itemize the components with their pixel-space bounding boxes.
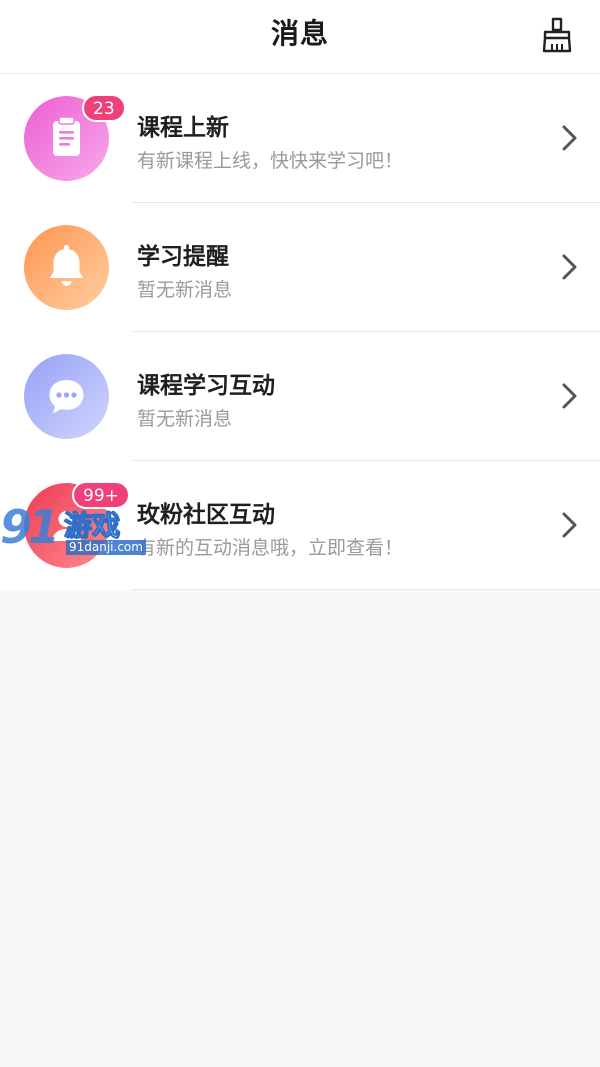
- chevron-right-icon: [562, 254, 577, 280]
- message-item-community-interaction[interactable]: 99+ 玫粉社区互动 有新的互动消息哦，立即查看！: [0, 461, 600, 590]
- page-title: 消息: [270, 17, 329, 50]
- chevron-right-icon: [562, 383, 577, 409]
- course-new-avatar: 23: [24, 94, 126, 181]
- bell-icon: [49, 244, 84, 286]
- message-item-subtitle: 有新课程上线，快快来学习吧！: [137, 150, 404, 172]
- clear-messages-button[interactable]: [540, 16, 574, 54]
- chat-bubble-icon: [49, 380, 84, 414]
- message-item-title: 课程上新: [137, 115, 229, 141]
- divider: [132, 589, 600, 590]
- message-item-course-new[interactable]: 23 课程上新 有新课程上线，快快来学习吧！: [0, 74, 600, 203]
- message-item-title: 玫粉社区互动: [137, 502, 275, 528]
- message-item-subtitle: 暂无新消息: [137, 408, 233, 430]
- course-interaction-avatar: [24, 354, 109, 439]
- community-interaction-avatar: 99+: [24, 481, 130, 568]
- broom-icon: [542, 17, 572, 53]
- message-item-course-interaction[interactable]: 课程学习互动 暂无新消息: [0, 332, 600, 461]
- message-item-title: 学习提醒: [137, 244, 229, 270]
- message-list: 23 课程上新 有新课程上线，快快来学习吧！ 学习提醒 暂无新消息 课程学习互动…: [0, 74, 600, 590]
- message-item-subtitle: 有新的互动消息哦，立即查看！: [137, 537, 404, 559]
- message-item-study-reminder[interactable]: 学习提醒 暂无新消息: [0, 203, 600, 332]
- study-reminder-avatar: [24, 225, 109, 310]
- message-item-title: 课程学习互动: [137, 373, 275, 399]
- chevron-right-icon: [562, 512, 577, 538]
- unread-count-badge: 99+: [72, 481, 130, 509]
- top-nav-bar: 消息: [0, 0, 600, 74]
- chevron-right-icon: [562, 125, 577, 151]
- message-item-subtitle: 暂无新消息: [137, 279, 233, 301]
- unread-count-badge: 23: [82, 94, 126, 122]
